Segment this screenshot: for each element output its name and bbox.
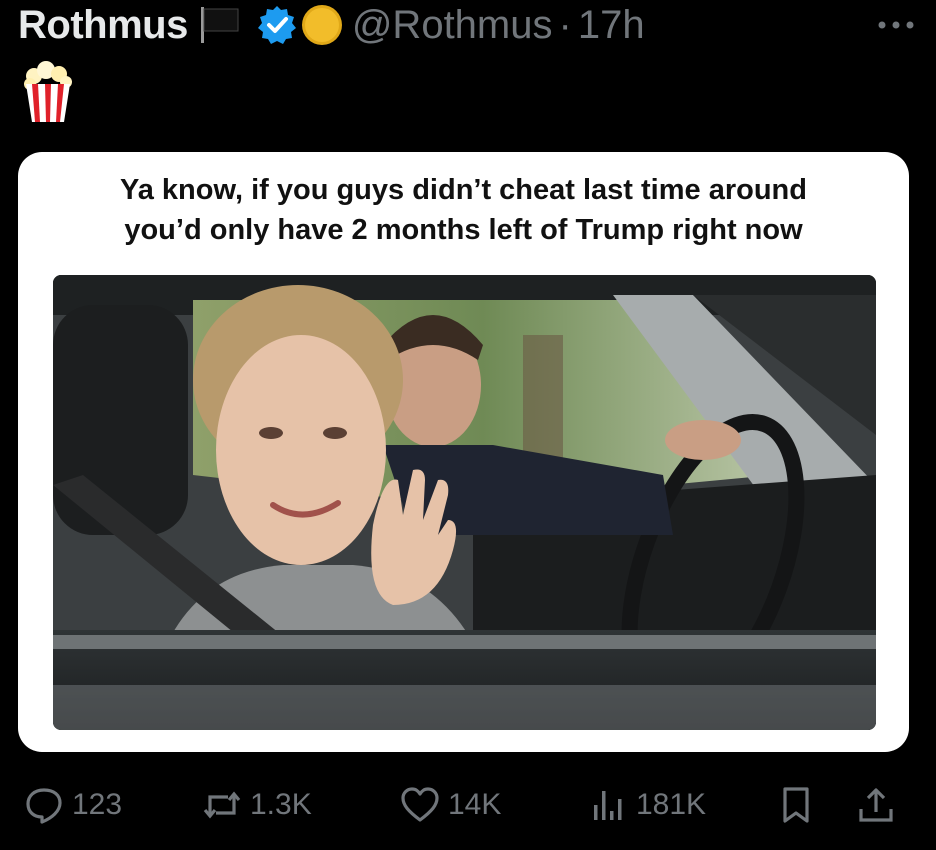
share-button[interactable] xyxy=(856,770,896,840)
gold-coin-icon xyxy=(301,5,342,45)
share-icon xyxy=(859,788,893,822)
more-options-icon[interactable] xyxy=(874,10,918,40)
popcorn-icon xyxy=(24,61,72,122)
user-handle[interactable]: @Rothmus xyxy=(352,3,553,48)
like-count: 14K xyxy=(448,788,502,821)
car-scene-illustration xyxy=(53,275,876,730)
verified-badge-icon[interactable] xyxy=(256,4,298,46)
caption-line-1: Ya know, if you guys didn’t cheat last t… xyxy=(120,174,807,206)
caption-line-2: you’d only have 2 months left of Trump r… xyxy=(124,214,803,246)
post-action-bar: 123 1.3K 14K 181K xyxy=(0,770,936,840)
separator-dot: · xyxy=(558,2,572,47)
meme-photo[interactable] xyxy=(53,275,876,730)
post-header: Rothmus @Rothmus · 17h xyxy=(18,0,645,50)
black-flag-icon xyxy=(200,7,239,43)
bookmark-icon xyxy=(783,787,809,823)
post-timestamp[interactable]: 17h xyxy=(578,3,645,48)
heart-icon xyxy=(401,787,439,822)
reply-count: 123 xyxy=(72,788,123,821)
repost-icon xyxy=(203,791,241,819)
bookmark-button[interactable] xyxy=(776,770,816,840)
reply-icon xyxy=(26,788,62,824)
repost-count: 1.3K xyxy=(250,788,312,821)
like-button[interactable]: 14K xyxy=(400,770,501,840)
reply-button[interactable]: 123 xyxy=(24,770,122,840)
meme-caption: Ya know, if you guys didn’t cheat last t… xyxy=(18,170,909,250)
post-media-card[interactable]: Ya know, if you guys didn’t cheat last t… xyxy=(18,152,909,752)
views-button[interactable]: 181K xyxy=(588,770,706,840)
repost-button[interactable]: 1.3K xyxy=(202,770,312,840)
display-name[interactable]: Rothmus xyxy=(18,3,188,48)
analytics-icon xyxy=(594,791,622,820)
views-count: 181K xyxy=(636,788,707,821)
